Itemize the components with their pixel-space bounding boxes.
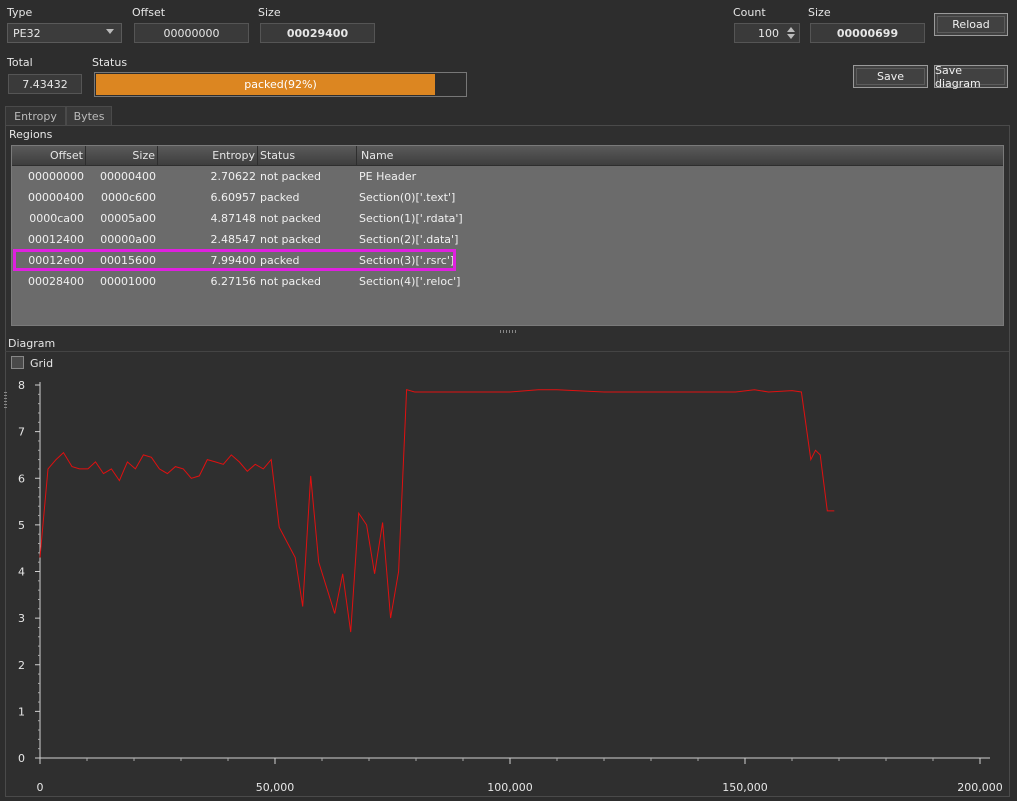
cell-offset: 00000400 (28, 191, 84, 204)
save-diagram-button[interactable]: Save diagram (934, 63, 1008, 90)
cell-name: Section(4)['.reloc'] (359, 275, 461, 288)
size-label: Size (258, 6, 281, 19)
tab-bytes[interactable]: Bytes (66, 106, 112, 126)
table-row[interactable]: 00000000 00000400 2.70622 not packed PE Head… (12, 166, 1003, 187)
cell-status: not packed (260, 170, 322, 183)
total-label: Total (7, 56, 33, 69)
reload-button[interactable]: Reload (934, 13, 1008, 36)
cell-entropy: 2.70622 (210, 170, 257, 183)
type-label: Type (7, 6, 33, 19)
cell-size: 00000a00 (100, 233, 156, 246)
cell-entropy: 2.48547 (210, 233, 257, 246)
save-diagram-button-label: Save diagram (935, 63, 981, 90)
cell-size: 00005a00 (100, 212, 156, 225)
spin-down-icon[interactable] (787, 34, 795, 39)
cell-status: not packed (260, 275, 322, 288)
spin-up-icon[interactable] (787, 27, 795, 32)
offset-field[interactable]: 00000000 (134, 23, 249, 43)
total-field[interactable]: 7.43432 (8, 74, 82, 94)
table-row[interactable]: 00000400 0000c600 6.60957 packed Section(0)[… (12, 187, 1003, 208)
diagram-divider (5, 351, 1009, 352)
col-size-header[interactable]: Size (86, 146, 158, 165)
cell-offset: 00028400 (28, 275, 84, 288)
table-row[interactable]: 00012400 00000a00 2.48547 not packed Section… (12, 229, 1003, 250)
cell-offset: 00000000 (28, 170, 84, 183)
status-label: Status (92, 56, 128, 69)
cell-name: Section(2)['.data'] (359, 233, 459, 246)
cell-size: 00000400 (100, 170, 156, 183)
selected-row-highlight (13, 249, 456, 271)
table-header: Offset Size Entropy Status Name (12, 146, 1003, 166)
regions-table[interactable]: Offset Size Entropy Status Name 00000000… (11, 145, 1004, 326)
regions-title: Regions (9, 128, 53, 141)
diagram-title: Diagram (8, 337, 56, 350)
cell-entropy: 6.60957 (210, 191, 257, 204)
status-progress-text: packed(92%) (244, 78, 317, 91)
count-value: 100 (758, 26, 779, 40)
type-select[interactable]: PE32 (7, 23, 122, 43)
size-field[interactable]: 00029400 (260, 23, 375, 43)
tab-entropy-label: Entropy (14, 110, 57, 123)
save-button[interactable]: Save (853, 65, 928, 88)
cell-status: packed (260, 191, 300, 204)
cell-status: not packed (260, 233, 322, 246)
reload-button-label: Reload (952, 18, 990, 31)
count-spinbox[interactable]: 100 (734, 23, 800, 43)
size2-label: Size (808, 6, 831, 19)
grid-checkbox-label[interactable]: Grid (30, 357, 53, 370)
side-grip-handle[interactable] (4, 392, 7, 410)
cell-entropy: 4.87148 (210, 212, 257, 225)
cell-size: 00001000 (100, 275, 156, 288)
cell-offset: 00012400 (28, 233, 84, 246)
type-select-value: PE32 (13, 26, 41, 40)
chevron-down-icon (106, 29, 114, 34)
splitter-handle[interactable] (500, 330, 518, 333)
count-label: Count (733, 6, 766, 19)
cell-offset: 0000ca00 (29, 212, 84, 225)
tab-bytes-label: Bytes (73, 110, 105, 123)
cell-status: not packed (260, 212, 322, 225)
table-row[interactable]: 0000ca00 00005a00 4.87148 not packed Section… (12, 208, 1003, 229)
col-entropy-header[interactable]: Entropy (158, 146, 258, 165)
cell-name: PE Header (359, 170, 417, 183)
tab-entropy[interactable]: Entropy (5, 106, 66, 126)
size2-field[interactable]: 00000699 (810, 23, 925, 43)
grid-checkbox[interactable] (11, 356, 24, 369)
col-offset-header[interactable]: Offset (12, 146, 86, 165)
cell-name: Section(0)['.text'] (359, 191, 456, 204)
cell-entropy: 6.27156 (210, 275, 257, 288)
offset-label: Offset (132, 6, 166, 19)
col-name-header[interactable]: Name (357, 146, 1003, 165)
cell-size: 0000c600 (100, 191, 156, 204)
table-row[interactable]: 00028400 00001000 6.27156 not packed Section… (12, 271, 1003, 292)
col-status-header[interactable]: Status (258, 146, 357, 165)
save-button-label: Save (876, 70, 904, 83)
status-progress-bar: packed(92%) (94, 72, 467, 97)
cell-name: Section(1)['.rdata'] (359, 212, 463, 225)
